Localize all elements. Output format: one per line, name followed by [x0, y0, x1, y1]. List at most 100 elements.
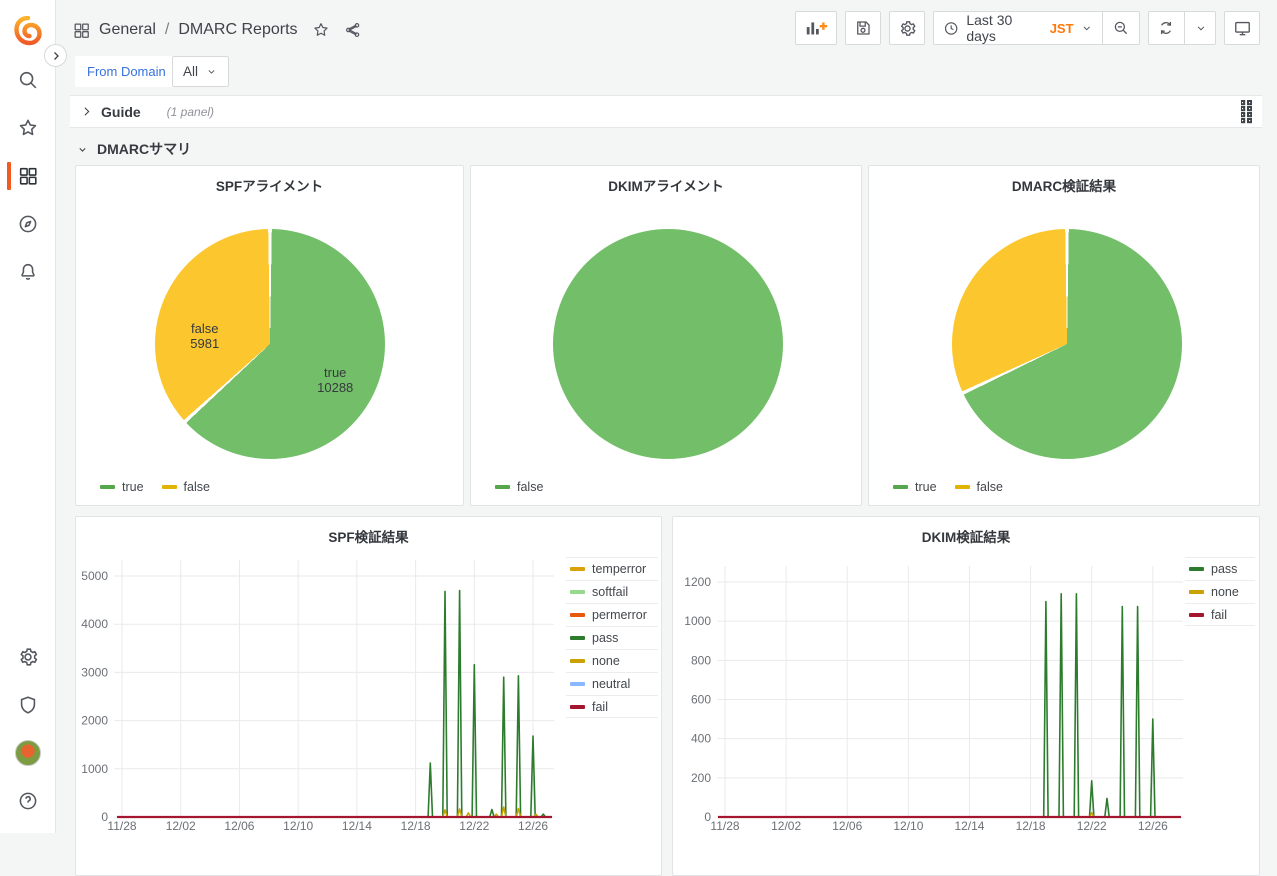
legend-swatch	[100, 485, 115, 489]
panel-title[interactable]: DMARC検証結果	[869, 175, 1259, 195]
legend-item-false[interactable]: false	[162, 480, 210, 494]
legend-item-pass[interactable]: pass	[566, 626, 658, 649]
time-picker-group: Last 30 days JST	[933, 11, 1140, 45]
legend-label: false	[184, 480, 210, 494]
legend-label: none	[592, 654, 620, 668]
sidebar-expand-button[interactable]	[44, 44, 67, 67]
chevron-down-icon	[205, 65, 218, 78]
dkim-alignment-pie[interactable]	[553, 229, 783, 459]
panel-spf-results: SPF検証結果 01000200030004000500011/2812/021…	[75, 516, 662, 876]
legend-label: permerror	[592, 608, 647, 622]
dmarc-result-pie[interactable]	[952, 229, 1182, 459]
panel-dkim-results: DKIM検証結果 02004006008001000120011/2812/02…	[672, 516, 1260, 876]
favorite-star-button[interactable]	[312, 21, 330, 39]
svg-text:1200: 1200	[684, 575, 711, 589]
svg-text:12/10: 12/10	[283, 819, 313, 833]
drag-grid-icon	[1241, 100, 1252, 124]
variable-label-from-domain[interactable]: From Domain	[75, 56, 178, 87]
grafana-logo[interactable]	[0, 11, 56, 51]
row-dmarc-summary[interactable]: DMARCサマリ	[76, 139, 191, 159]
legend-label: fail	[1211, 608, 1227, 622]
kiosk-mode-button[interactable]	[1224, 11, 1260, 45]
svg-text:12/26: 12/26	[518, 819, 548, 833]
zoom-out-time-button[interactable]	[1102, 12, 1139, 44]
sidebar-item-starred[interactable]	[0, 108, 56, 148]
pie-legend: true false	[100, 480, 210, 494]
sidebar-item-configuration[interactable]	[0, 637, 56, 677]
svg-text:200: 200	[691, 771, 711, 785]
svg-text:3000: 3000	[81, 665, 108, 679]
legend-item-permerror[interactable]: permerror	[566, 603, 658, 626]
dashboards-icon	[17, 165, 39, 187]
legend-item-false[interactable]: false	[955, 480, 1003, 494]
breadcrumb: General / DMARC Reports	[72, 17, 362, 43]
legend-item-fail[interactable]: fail	[1185, 603, 1255, 626]
time-range-picker[interactable]: Last 30 days JST	[934, 12, 1102, 44]
svg-text:12/22: 12/22	[1077, 819, 1107, 833]
pie-slice-label: false 5981	[190, 321, 219, 351]
legend-label: none	[1211, 585, 1239, 599]
sidebar-item-profile[interactable]	[0, 733, 56, 773]
sidebar-item-dashboards[interactable]	[0, 156, 56, 196]
svg-text:12/18: 12/18	[1016, 819, 1046, 833]
panel-title[interactable]: SPFアライメント	[76, 175, 463, 195]
gear-icon	[898, 19, 917, 38]
legend-item-none[interactable]: none	[566, 649, 658, 672]
sidebar-item-explore[interactable]	[0, 204, 56, 244]
breadcrumb-section[interactable]: General	[99, 21, 156, 39]
chart-legend: temperror softfail permerror pass none neutra…	[566, 557, 658, 718]
breadcrumb-separator: /	[164, 21, 170, 39]
sidebar-item-search[interactable]	[0, 60, 56, 100]
legend-swatch	[570, 636, 585, 640]
sidebar-item-help[interactable]	[0, 781, 56, 821]
refresh-interval-dropdown[interactable]	[1184, 12, 1217, 44]
dashboard-settings-button[interactable]	[889, 11, 925, 45]
legend-item-none[interactable]: none	[1185, 580, 1255, 603]
legend-swatch	[893, 485, 908, 489]
pie-slice-label: true 10288	[317, 365, 353, 395]
panel-dmarc-result: DMARC検証結果 true false	[868, 165, 1260, 506]
add-panel-button[interactable]	[795, 11, 837, 45]
row-guide[interactable]: Guide (1 panel)	[70, 95, 1262, 128]
chevron-down-icon	[76, 143, 89, 156]
legend-swatch	[1189, 613, 1204, 617]
panel-dkim-alignment: DKIMアライメント false	[470, 165, 862, 506]
legend-swatch	[1189, 567, 1204, 571]
spf-alignment-pie[interactable]: true 10288 false 5981	[155, 229, 385, 459]
row-drag-handle[interactable]	[1241, 100, 1252, 124]
panel-spf-alignment: SPFアライメント true 10288 false 5981 true false	[75, 165, 464, 506]
legend-item-pass[interactable]: pass	[1185, 557, 1255, 580]
legend-swatch	[570, 590, 585, 594]
sidebar	[0, 0, 56, 833]
shield-icon	[17, 694, 39, 716]
legend-label: true	[122, 480, 144, 494]
legend-label: fail	[592, 700, 608, 714]
legend-item-true[interactable]: true	[893, 480, 937, 494]
legend-item-temperror[interactable]: temperror	[566, 557, 658, 580]
variable-value-dropdown[interactable]: All	[172, 56, 229, 87]
legend-label: softfail	[592, 585, 628, 599]
help-icon	[17, 790, 39, 812]
pie-legend: false	[495, 480, 543, 494]
zoom-out-icon	[1112, 19, 1130, 37]
row-dmarc-summary-title: DMARCサマリ	[97, 139, 191, 159]
chevron-down-icon	[1194, 21, 1208, 35]
panel-title[interactable]: DKIMアライメント	[471, 175, 861, 195]
share-button[interactable]	[344, 21, 362, 39]
legend-swatch	[570, 613, 585, 617]
breadcrumb-page[interactable]: DMARC Reports	[178, 21, 297, 39]
legend-swatch	[955, 485, 970, 489]
legend-item-fail[interactable]: fail	[566, 695, 658, 718]
legend-item-true[interactable]: true	[100, 480, 144, 494]
save-dashboard-button[interactable]	[845, 11, 881, 45]
svg-text:1000: 1000	[684, 614, 711, 628]
sidebar-item-server-admin[interactable]	[0, 685, 56, 725]
sidebar-item-alerting[interactable]	[0, 252, 56, 292]
legend-item-false[interactable]: false	[495, 480, 543, 494]
legend-item-softfail[interactable]: softfail	[566, 580, 658, 603]
gear-icon	[17, 646, 39, 668]
legend-item-neutral[interactable]: neutral	[566, 672, 658, 695]
svg-text:12/14: 12/14	[342, 819, 372, 833]
legend-swatch	[495, 485, 510, 489]
refresh-button[interactable]	[1148, 12, 1184, 44]
